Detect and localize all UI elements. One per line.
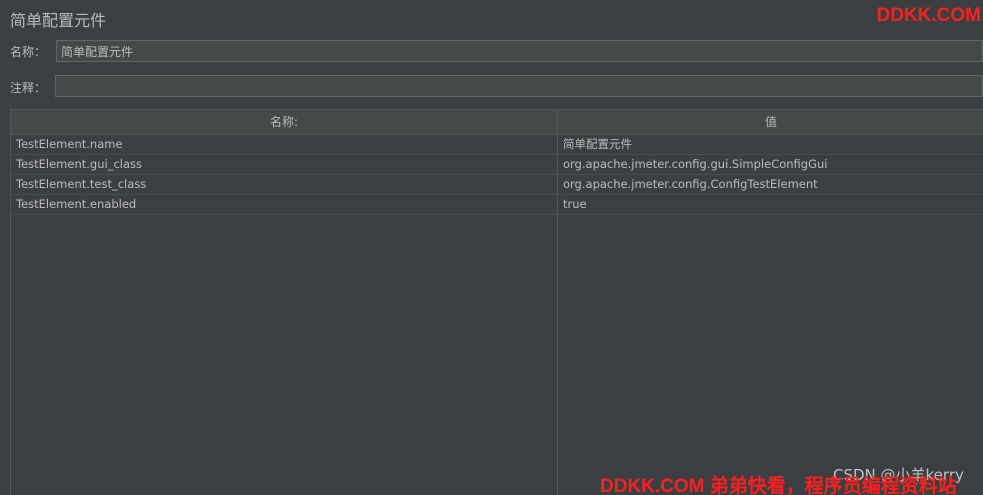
watermark-bottom: DDKK.COM 弟弟快看，程序员编程资料站: [600, 476, 957, 495]
table-row[interactable]: TestElement.test_class org.apache.jmeter…: [11, 175, 983, 195]
table-header: 名称: 值: [11, 110, 983, 135]
property-value-cell[interactable]: org.apache.jmeter.config.ConfigTestEleme…: [558, 175, 983, 194]
watermark-top-right: DDKK.COM: [876, 5, 982, 26]
property-value-cell[interactable]: org.apache.jmeter.config.gui.SimpleConfi…: [558, 155, 983, 174]
column-header-value[interactable]: 值: [558, 110, 983, 134]
simple-config-element-panel: 简单配置元件 DDKK.COM 名称： 注释： 名称: 值 TestElemen…: [0, 0, 983, 495]
column-header-name[interactable]: 名称:: [11, 110, 558, 134]
property-name-cell[interactable]: TestElement.test_class: [11, 175, 558, 194]
table-row[interactable]: TestElement.name 简单配置元件: [11, 135, 983, 155]
name-label: 名称：: [10, 44, 47, 59]
property-value-cell[interactable]: 简单配置元件: [558, 135, 983, 154]
table-row[interactable]: TestElement.enabled true: [11, 195, 983, 215]
properties-table: 名称: 值 TestElement.name 简单配置元件 TestElemen…: [10, 109, 983, 495]
property-value-cell[interactable]: true: [558, 195, 983, 214]
property-name-cell[interactable]: TestElement.gui_class: [11, 155, 558, 174]
comment-field-row: 注释：: [0, 75, 46, 99]
comment-input[interactable]: [55, 75, 983, 97]
property-name-cell[interactable]: TestElement.name: [11, 135, 558, 154]
comment-label: 注释：: [10, 80, 47, 95]
name-field-row: 名称：: [0, 39, 46, 63]
property-name-cell[interactable]: TestElement.enabled: [11, 195, 558, 214]
table-row[interactable]: TestElement.gui_class org.apache.jmeter.…: [11, 155, 983, 175]
name-input[interactable]: [56, 40, 983, 62]
panel-title: 简单配置元件: [10, 11, 107, 30]
